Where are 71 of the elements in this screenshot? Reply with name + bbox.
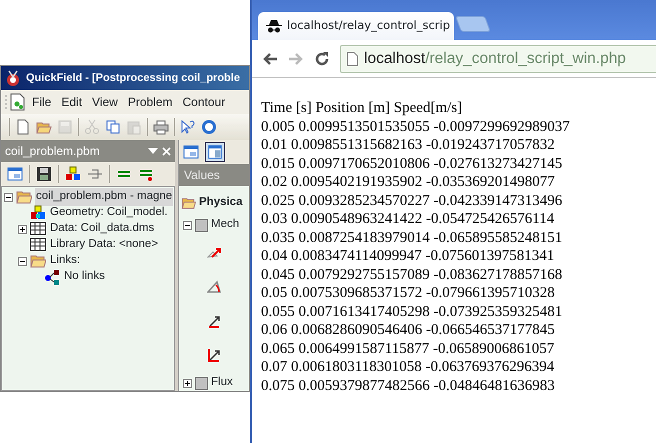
text-line: 0.01 0.0098551315682163 -0.019243717057832 — [261, 136, 556, 154]
tree-item[interactable]: coil_problem.pbm - magne — [35, 188, 174, 206]
table-icon — [30, 221, 46, 237]
app-menu-icon[interactable] — [5, 92, 27, 112]
square-icon — [195, 376, 208, 390]
url-text: localhost/relay_control_script_win.php — [364, 48, 626, 69]
blocks-icon[interactable] — [65, 166, 81, 182]
close-icon[interactable] — [162, 146, 171, 156]
tree-item[interactable]: Links: — [49, 252, 82, 270]
tree-item[interactable]: Data: Coil_data.dms — [49, 220, 156, 238]
save-icon[interactable] — [36, 166, 52, 182]
menu-item[interactable]: Edit — [56, 93, 88, 111]
printer-icon[interactable] — [153, 119, 169, 135]
square-icon — [195, 218, 208, 232]
text-line: 0.06 0.0068286090546406 -0.066546537177845 — [261, 321, 556, 340]
app-icon — [4, 69, 22, 87]
menu-item[interactable]: Problem — [122, 93, 178, 111]
text-line: 0.045 0.0079292755157089 -0.083627178857168 — [261, 266, 564, 284]
new-file-icon[interactable] — [15, 119, 31, 135]
text-line: 0.02 0.0095402191935902 -0.035369201498077 — [261, 173, 556, 192]
folder-icon — [181, 196, 196, 210]
expander-icon[interactable] — [183, 378, 192, 388]
text-line: Time [s] Position [m] Speed[m/s] — [261, 99, 464, 118]
text-line: 0.07 0.0061803118301058 -0.063769376296394 — [261, 358, 556, 376]
text-line: 0.05 0.0075309685371572 -0.079661395710328 — [261, 284, 556, 302]
expander-icon[interactable] — [183, 220, 192, 230]
panel-title: coil_problem.pbm — [5, 143, 101, 160]
expander-icon[interactable] — [4, 192, 13, 202]
angle-icon — [207, 279, 223, 295]
dropdown-icon[interactable] — [148, 148, 158, 154]
window-icon[interactable] — [7, 166, 23, 182]
browser-tab[interactable]: localhost/relay_control_scrip — [258, 12, 454, 40]
help-icon[interactable] — [201, 119, 217, 135]
menu-item[interactable]: File — [27, 93, 56, 111]
text-line: 0.03 0.0090548963241422 -0.054725426576114 — [261, 210, 556, 228]
reload-icon[interactable] — [314, 50, 330, 66]
page-icon — [347, 52, 358, 66]
expander-icon[interactable] — [18, 256, 27, 266]
text-line: 0.015 0.0097170652010806 -0.027613273427145 — [261, 154, 564, 173]
tree-item[interactable]: Flux — [211, 374, 233, 391]
text-line: 0.055 0.0071613417405298 -0.073925359325481 — [261, 302, 564, 321]
menu-item[interactable]: Contour — [178, 93, 230, 111]
axes-arrow-icon — [207, 347, 223, 363]
incognito-icon — [266, 19, 282, 33]
table-icon[interactable] — [205, 142, 225, 162]
text-line: 0.075 0.0059379877482566 -0.04846481636983 — [261, 376, 556, 395]
menu-item[interactable]: View — [87, 93, 123, 111]
text-line: 0.025 0.0093285234570227 -0.042339147313496 — [261, 192, 564, 210]
tree-item[interactable]: Library Data: <none> — [49, 236, 160, 254]
expander-icon[interactable] — [18, 224, 27, 234]
tree-item[interactable]: Geometry: Coil_model. — [49, 204, 169, 222]
link-nodes-icon — [44, 269, 60, 285]
pointer-help-icon[interactable] — [180, 119, 196, 135]
window-icon[interactable] — [183, 144, 199, 160]
text-line: 0.065 0.0064991587115877 -0.06589006861057 — [261, 340, 556, 358]
address-bar[interactable]: localhost/relay_control_script_win.php — [340, 44, 656, 72]
text-line: 0.005 0.0099513501535055 -0.0097299692989037 — [261, 118, 571, 136]
copy-icon[interactable] — [105, 119, 121, 135]
group-title: Physica — [199, 195, 242, 210]
text-line: 0.04 0.0083474114099947 -0.075601397581341 — [261, 247, 556, 266]
tree-item[interactable]: Mech — [211, 216, 240, 234]
back-icon[interactable] — [262, 52, 278, 66]
table-icon — [30, 237, 46, 253]
text-line: 0.035 0.0087254183979014 -0.065895585248151 — [261, 228, 564, 247]
folder-icon — [30, 253, 46, 269]
shapes-icon — [30, 205, 46, 221]
values-title: Values — [184, 167, 220, 184]
window-title: QuickField - [Postprocessing coil_proble — [26, 70, 240, 86]
tab-title: localhost/relay_control_scrip — [287, 17, 450, 34]
folder-icon — [16, 189, 32, 205]
tree-item[interactable]: No links — [63, 268, 106, 286]
